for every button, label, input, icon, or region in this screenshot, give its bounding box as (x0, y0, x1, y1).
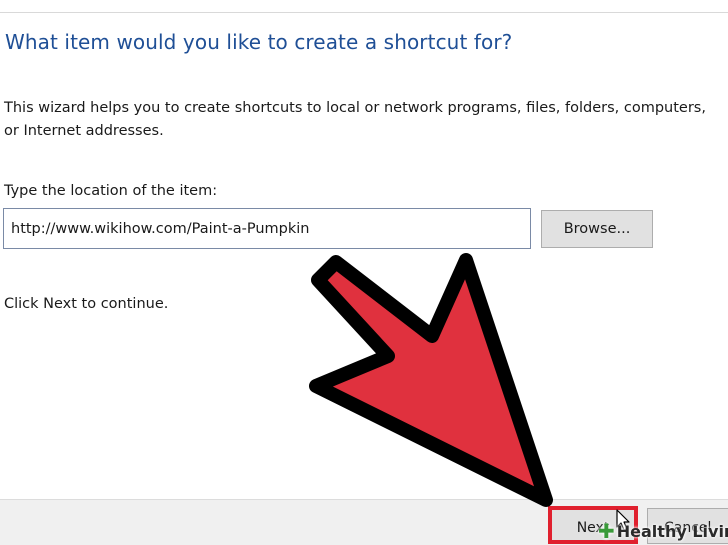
continue-instruction: Click Next to continue. (4, 296, 169, 312)
watermark: ✚ Healthy Living (598, 519, 728, 543)
window-top-border (0, 0, 728, 13)
browse-button[interactable]: Browse... (541, 210, 653, 248)
watermark-text: Healthy Living (616, 521, 728, 541)
pointer-arrow-shape (309, 253, 553, 507)
location-input[interactable] (3, 208, 531, 249)
location-label: Type the location of the item: (4, 183, 218, 199)
plus-icon: ✚ (598, 519, 615, 543)
wizard-description: This wizard helps you to create shortcut… (4, 100, 706, 139)
page-title: What item would you like to create a sho… (5, 30, 513, 54)
pointer-arrow-icon (309, 253, 553, 507)
